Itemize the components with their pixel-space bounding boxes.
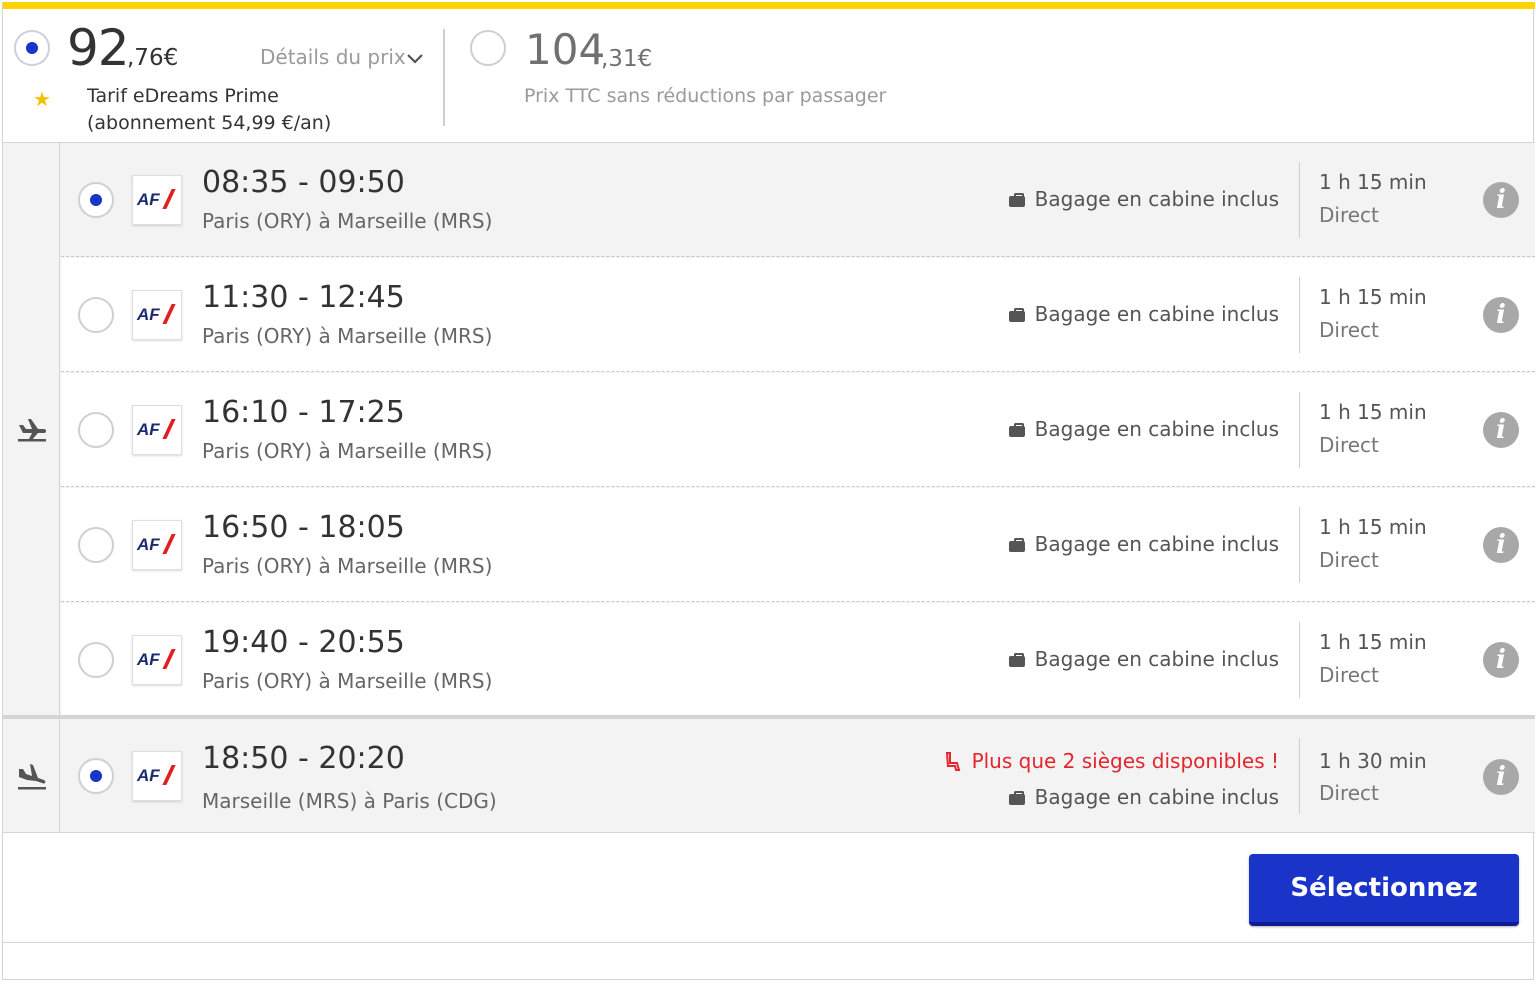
- flight-option-row[interactable]: AF 16:10 - 17:25 Paris (ORY) à Marseille…: [61, 373, 1535, 487]
- outbound-section: AF 08:35 - 09:50 Paris (ORY) à Marseille…: [3, 143, 1535, 715]
- arrival-plane-icon: [18, 764, 46, 790]
- prime-price-decimal: ,76€: [127, 45, 179, 71]
- flight-duration: 1 h 15 min: [1319, 630, 1427, 654]
- baggage-info: Bagage en cabine inclus: [1008, 302, 1279, 326]
- flight-duration: 1 h 15 min: [1319, 170, 1427, 194]
- flight-option-row[interactable]: AF 16:50 - 18:05 Paris (ORY) à Marseille…: [61, 488, 1535, 602]
- flight-radio[interactable]: [78, 182, 114, 218]
- baggage-info: Bagage en cabine inclus: [1008, 647, 1279, 671]
- baggage-info: Bagage en cabine inclus: [1008, 532, 1279, 556]
- flight-times: 16:50 - 18:05: [202, 510, 405, 545]
- flight-radio[interactable]: [78, 412, 114, 448]
- flight-route: Paris (ORY) à Marseille (MRS): [202, 324, 493, 348]
- flight-radio[interactable]: [78, 642, 114, 678]
- suitcase-icon: [1008, 422, 1025, 437]
- flight-stops: Direct: [1319, 433, 1379, 457]
- info-icon[interactable]: i: [1483, 759, 1519, 795]
- price-options: 92 ,76€ Détails du prix ★ Tarif eDreams …: [3, 9, 1535, 143]
- air-france-logo: AF: [132, 520, 182, 570]
- baggage-info: Bagage en cabine inclus: [1008, 417, 1279, 441]
- standard-price-radio[interactable]: [470, 30, 506, 66]
- flight-option-row[interactable]: AF 08:35 - 09:50 Paris (ORY) à Marseille…: [61, 143, 1535, 257]
- air-france-logo: AF: [132, 635, 182, 685]
- seat-icon: [945, 752, 960, 771]
- star-icon: ★: [33, 87, 51, 111]
- flight-duration: 1 h 15 min: [1319, 285, 1427, 309]
- flight-route: Marseille (MRS) à Paris (CDG): [202, 789, 497, 813]
- flight-stops: Direct: [1319, 663, 1379, 687]
- standard-price-decimal: ,31€: [601, 46, 653, 72]
- flight-radio[interactable]: [78, 527, 114, 563]
- flight-route: Paris (ORY) à Marseille (MRS): [202, 669, 493, 693]
- air-france-logo: AF: [132, 405, 182, 455]
- suitcase-icon: [1008, 790, 1025, 805]
- flight-route: Paris (ORY) à Marseille (MRS): [202, 439, 493, 463]
- air-france-logo: AF: [132, 175, 182, 225]
- highlight-bar: [3, 2, 1535, 9]
- flight-stops: Direct: [1319, 548, 1379, 572]
- info-icon[interactable]: i: [1483, 297, 1519, 333]
- suitcase-icon: [1008, 652, 1025, 667]
- info-icon[interactable]: i: [1483, 642, 1519, 678]
- flight-route: Paris (ORY) à Marseille (MRS): [202, 209, 493, 233]
- inbound-section: AF 18:50 - 20:20 Marseille (MRS) à Paris…: [3, 719, 1535, 833]
- inbound-icon-column: [3, 719, 60, 832]
- suitcase-icon: [1008, 192, 1025, 207]
- departure-plane-icon: [18, 419, 46, 442]
- flight-duration: 1 h 15 min: [1319, 400, 1427, 424]
- flight-option-row[interactable]: AF 19:40 - 20:55 Paris (ORY) à Marseille…: [61, 603, 1535, 715]
- flight-duration: 1 h 15 min: [1319, 515, 1427, 539]
- flight-result-card: 92 ,76€ Détails du prix ★ Tarif eDreams …: [2, 2, 1535, 980]
- price-details-link[interactable]: Détails du prix: [260, 45, 406, 69]
- suitcase-icon: [1008, 537, 1025, 552]
- standard-price-integer: 104: [525, 25, 606, 74]
- seats-warning: Plus que 2 sièges disponibles !: [942, 749, 1279, 773]
- flight-times: 19:40 - 20:55: [202, 625, 405, 660]
- flight-duration: 1 h 30 min: [1319, 749, 1427, 773]
- info-icon[interactable]: i: [1483, 412, 1519, 448]
- flight-option-row[interactable]: AF 11:30 - 12:45 Paris (ORY) à Marseille…: [61, 258, 1535, 372]
- flight-stops: Direct: [1319, 318, 1379, 342]
- info-icon[interactable]: i: [1483, 182, 1519, 218]
- info-icon[interactable]: i: [1483, 527, 1519, 563]
- flight-times: 11:30 - 12:45: [202, 280, 405, 315]
- suitcase-icon: [1008, 307, 1025, 322]
- flight-radio[interactable]: [78, 758, 114, 794]
- standard-price-label: Prix TTC sans réductions par passager: [524, 85, 887, 107]
- flight-stops: Direct: [1319, 203, 1379, 227]
- flight-radio[interactable]: [78, 297, 114, 333]
- select-button[interactable]: Sélectionnez: [1249, 854, 1519, 926]
- prime-price-integer: 92: [67, 19, 130, 77]
- air-france-logo: AF: [132, 751, 182, 801]
- prime-price-radio[interactable]: [14, 30, 50, 66]
- chevron-down-icon[interactable]: [405, 49, 425, 69]
- flight-option-row[interactable]: AF 18:50 - 20:20 Marseille (MRS) à Paris…: [61, 719, 1535, 832]
- outbound-icon-column: [3, 143, 60, 715]
- flight-times: 18:50 - 20:20: [202, 741, 405, 776]
- flight-route: Paris (ORY) à Marseille (MRS): [202, 554, 493, 578]
- baggage-info: Bagage en cabine inclus: [1008, 187, 1279, 211]
- flight-times: 16:10 - 17:25: [202, 395, 405, 430]
- prime-subscription-label: (abonnement 54,99 €/an): [87, 112, 332, 134]
- air-france-logo: AF: [132, 290, 182, 340]
- flight-times: 08:35 - 09:50: [202, 165, 405, 200]
- price-divider: [443, 29, 445, 126]
- footer-divider: [3, 942, 1535, 943]
- prime-fare-label: Tarif eDreams Prime: [87, 85, 279, 107]
- flight-stops: Direct: [1319, 781, 1379, 805]
- baggage-info: Bagage en cabine inclus: [1008, 785, 1279, 809]
